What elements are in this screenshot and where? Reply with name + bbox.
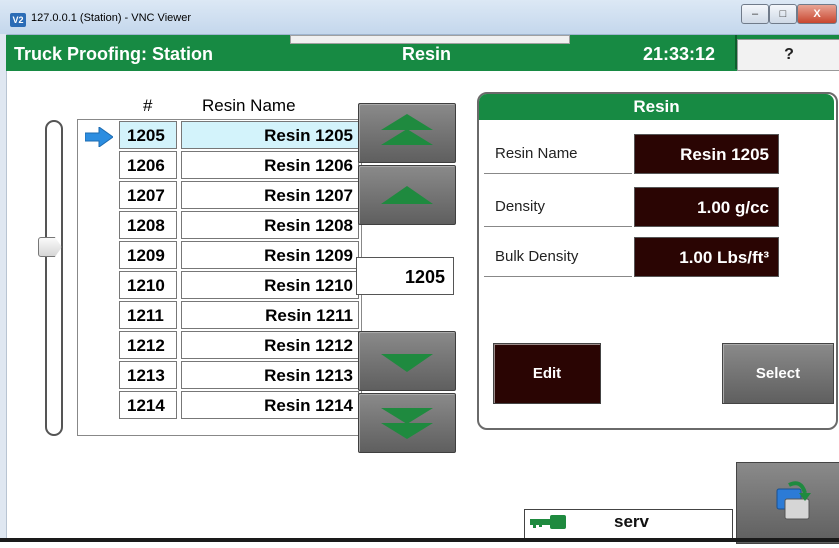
- column-header-number: #: [143, 96, 153, 115]
- row-number: 1212: [119, 331, 177, 359]
- list-row-1210[interactable]: 1210 Resin 1210: [116, 271, 360, 301]
- row-number: 1208: [119, 211, 177, 239]
- row-name: Resin 1207: [181, 181, 359, 209]
- row-name: Resin 1206: [181, 151, 359, 179]
- screen-switch-icon: [776, 481, 811, 520]
- resin-name-label: Resin Name: [484, 134, 632, 174]
- screen-name: Resin: [402, 44, 452, 64]
- page-up-button[interactable]: [358, 103, 456, 163]
- current-user: serv: [614, 512, 649, 531]
- clock: 21:33:12: [643, 44, 716, 64]
- help-button[interactable]: ?: [737, 39, 839, 71]
- column-header-name: Resin Name: [202, 96, 296, 115]
- row-name: Resin 1213: [181, 361, 359, 389]
- list-row-1207[interactable]: 1207 Resin 1207: [116, 181, 360, 211]
- row-name: Resin 1209: [181, 241, 359, 269]
- list-row-1211[interactable]: 1211 Resin 1211: [116, 301, 360, 331]
- line-down-button[interactable]: [358, 331, 456, 391]
- key-icon: [530, 515, 566, 529]
- row-name: Resin 1211: [181, 301, 359, 329]
- row-number: 1207: [119, 181, 177, 209]
- row-name: Resin 1212: [181, 331, 359, 359]
- row-number: 1214: [119, 391, 177, 419]
- row-number: 1205: [119, 121, 177, 149]
- window-left-edge: [0, 34, 7, 542]
- header-notch: [290, 35, 570, 44]
- row-number: 1206: [119, 151, 177, 179]
- double-chevron-up-icon: [381, 114, 433, 145]
- scroll-slider-track[interactable]: [45, 120, 63, 436]
- double-chevron-down-icon: [381, 408, 433, 439]
- list-row-1214[interactable]: 1214 Resin 1214: [116, 391, 360, 421]
- list-row-1212[interactable]: 1212 Resin 1212: [116, 331, 360, 361]
- row-number: 1211: [119, 301, 177, 329]
- row-name: Resin 1214: [181, 391, 359, 419]
- list-row-1205[interactable]: 1205 Resin 1205: [116, 121, 360, 151]
- list-row-1209[interactable]: 1209 Resin 1209: [116, 241, 360, 271]
- line-up-button[interactable]: [358, 165, 456, 225]
- panel-title: Resin: [633, 97, 680, 116]
- app-title: Truck Proofing: Station: [14, 44, 214, 64]
- window-bottom-edge: [0, 538, 839, 542]
- vnc-app-icon: V2: [10, 13, 26, 27]
- switch-screen-button[interactable]: [736, 462, 839, 544]
- row-number: 1210: [119, 271, 177, 299]
- selected-row-arrow-icon: [85, 127, 113, 147]
- page-down-button[interactable]: [358, 393, 456, 453]
- window-title: 127.0.0.1 (Station) - VNC Viewer: [31, 12, 191, 24]
- minimize-button[interactable]: –: [741, 4, 769, 24]
- maximize-button[interactable]: □: [769, 4, 797, 24]
- density-label: Density: [484, 187, 632, 227]
- record-number-field[interactable]: 1205: [356, 257, 454, 295]
- row-name: Resin 1208: [181, 211, 359, 239]
- close-button[interactable]: X: [797, 4, 837, 24]
- bulk-density-value[interactable]: 1.00 Lbs/ft³: [634, 237, 779, 277]
- bulk-density-label: Bulk Density: [484, 237, 632, 277]
- chevron-up-icon: [381, 186, 433, 204]
- row-number: 1209: [119, 241, 177, 269]
- row-name: Resin 1210: [181, 271, 359, 299]
- select-button[interactable]: Select: [722, 343, 834, 404]
- row-number: 1213: [119, 361, 177, 389]
- density-value[interactable]: 1.00 g/cc: [634, 187, 779, 227]
- list-row-1206[interactable]: 1206 Resin 1206: [116, 151, 360, 181]
- edit-button[interactable]: Edit: [493, 343, 601, 404]
- row-name: Resin 1205: [181, 121, 359, 149]
- list-row-1213[interactable]: 1213 Resin 1213: [116, 361, 360, 391]
- list-row-1208[interactable]: 1208 Resin 1208: [116, 211, 360, 241]
- resin-name-value[interactable]: Resin 1205: [634, 134, 779, 174]
- chevron-down-icon: [381, 354, 433, 372]
